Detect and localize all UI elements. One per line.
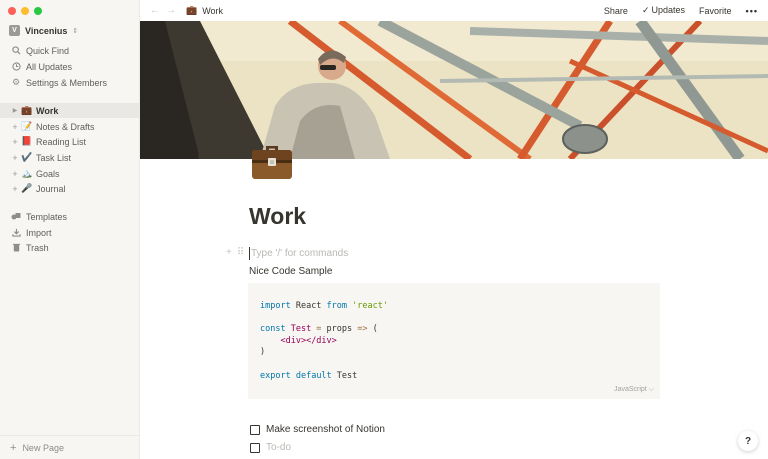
sidebar-item-journal[interactable]: + 🎤 Journal xyxy=(0,181,140,196)
new-page-button[interactable]: + New Page xyxy=(0,435,140,459)
todo-text[interactable]: Make screenshot of Notion xyxy=(266,424,385,435)
sidebar-item-label: All Updates xyxy=(26,61,73,72)
sidebar-item-settings[interactable]: ⚙ Settings & Members xyxy=(0,75,140,90)
empty-block-input[interactable]: Type '/' for commands xyxy=(249,247,348,260)
sidebar-item-notes-drafts[interactable]: + 📝 Notes & Drafts xyxy=(0,119,140,134)
code-block[interactable]: import React from 'react' const Test = p… xyxy=(248,283,660,399)
close-window-button[interactable] xyxy=(8,7,16,15)
sidebar-item-label: Import xyxy=(26,227,52,238)
code-line: ) xyxy=(260,347,266,357)
sidebar-item-label: Trash xyxy=(26,242,49,253)
sidebar-item-label: Journal xyxy=(36,183,66,194)
sidebar-item-trash[interactable]: Trash xyxy=(0,240,140,255)
todo-item: Make screenshot of Notion xyxy=(250,424,385,435)
sidebar-item-label: Goals xyxy=(36,168,60,179)
top-actions: Share ✓ Updates Favorite ••• xyxy=(604,0,758,21)
page-title[interactable]: Work xyxy=(249,203,306,230)
nav-arrows: ← → xyxy=(150,5,176,16)
help-button[interactable]: ? xyxy=(738,431,758,451)
forward-arrow-icon[interactable]: → xyxy=(166,5,176,16)
sidebar-item-label: Reading List xyxy=(36,136,87,147)
new-page-label: New Page xyxy=(22,442,64,453)
plus-icon: + xyxy=(10,441,17,454)
cover-illustration xyxy=(140,21,768,159)
triangle-right-icon[interactable]: ▶ xyxy=(10,107,20,114)
breadcrumb-label: Work xyxy=(202,5,224,16)
sidebar-item-templates[interactable]: Templates xyxy=(0,209,140,224)
window-controls xyxy=(8,7,42,15)
plus-icon[interactable]: + xyxy=(10,137,20,147)
sidebar-item-label: Notes & Drafts xyxy=(36,121,95,132)
sidebar-item-label: Quick Find xyxy=(26,45,70,56)
plus-icon[interactable]: + xyxy=(10,169,20,179)
briefcase-icon[interactable] xyxy=(250,138,294,182)
topbar: ← → 💼 Work Share ✓ Updates Favorite ••• xyxy=(140,0,768,21)
clock-icon xyxy=(10,62,22,71)
zoom-window-button[interactable] xyxy=(34,7,42,15)
workspace-avatar: V xyxy=(9,25,20,36)
share-button[interactable]: Share xyxy=(604,6,628,16)
code-line: <div></div> xyxy=(280,336,337,346)
templates-icon xyxy=(10,212,22,221)
sidebar-item-task-list[interactable]: + ✔️ Task List xyxy=(0,150,140,165)
checkmark-icon: ✓ xyxy=(641,5,650,15)
minimize-window-button[interactable] xyxy=(21,7,29,15)
cover-image[interactable] xyxy=(140,21,768,159)
code-line: export default Test xyxy=(260,371,358,381)
code-language-select[interactable]: JavaScript ⌵ xyxy=(614,386,654,394)
sidebar-item-label: Task List xyxy=(36,152,72,163)
workspace-name: Vincenius xyxy=(25,25,68,36)
mountain-icon: 🏔️ xyxy=(21,168,33,178)
sidebar-item-reading-list[interactable]: + 📕 Reading List xyxy=(0,134,140,149)
sidebar-item-goals[interactable]: + 🏔️ Goals xyxy=(0,166,140,181)
text-block[interactable]: Nice Code Sample xyxy=(249,266,332,277)
book-icon: 📕 xyxy=(21,136,33,146)
memo-icon: 📝 xyxy=(21,121,33,131)
sidebar-item-work[interactable]: ▶ 💼 Work xyxy=(0,103,140,118)
gear-icon: ⚙ xyxy=(11,77,21,87)
add-block-icon[interactable]: + xyxy=(226,247,232,258)
todo-item: To-do xyxy=(250,442,291,453)
chevron-down-icon: ⌵ xyxy=(648,386,654,393)
more-options-icon[interactable]: ••• xyxy=(746,6,758,16)
block-handle: + ⠿ xyxy=(226,247,244,258)
trash-icon xyxy=(10,243,22,252)
sidebar-item-quick-find[interactable]: Quick Find xyxy=(0,43,140,58)
breadcrumb[interactable]: 💼 Work xyxy=(186,5,223,16)
updates-label: Updates xyxy=(651,5,686,15)
drag-handle-icon[interactable]: ⠿ xyxy=(237,247,244,258)
import-icon xyxy=(10,228,22,237)
plus-icon[interactable]: + xyxy=(10,153,20,163)
chevron-updown-icon: ⇕ xyxy=(72,27,79,35)
todo-placeholder[interactable]: To-do xyxy=(266,442,291,453)
sidebar-item-all-updates[interactable]: All Updates xyxy=(0,59,140,74)
workspace-switcher[interactable]: V Vincenius ⇕ xyxy=(9,25,78,36)
code-line: import React from 'react' xyxy=(260,301,388,311)
todo-checkbox[interactable] xyxy=(250,424,260,435)
back-arrow-icon[interactable]: ← xyxy=(150,5,160,16)
plus-icon[interactable]: + xyxy=(10,122,20,132)
sidebar-item-label: Settings & Members xyxy=(26,77,108,88)
sidebar: V Vincenius ⇕ Quick Find All Updates ⚙ S… xyxy=(0,0,140,459)
sidebar-item-label: Templates xyxy=(26,211,68,222)
briefcase-icon: 💼 xyxy=(21,105,33,115)
search-icon xyxy=(10,46,22,55)
sidebar-item-label: Work xyxy=(36,105,59,116)
microphone-icon: 🎤 xyxy=(21,183,33,193)
checkmark-icon: ✔️ xyxy=(21,152,33,162)
favorite-button[interactable]: Favorite xyxy=(699,6,732,16)
code-line: const Test = props => ( xyxy=(260,324,378,334)
todo-checkbox[interactable] xyxy=(250,442,260,453)
plus-icon[interactable]: + xyxy=(10,184,20,194)
briefcase-icon: 💼 xyxy=(186,5,198,15)
sidebar-item-import[interactable]: Import xyxy=(0,225,140,240)
updates-button[interactable]: ✓ Updates xyxy=(642,5,685,16)
